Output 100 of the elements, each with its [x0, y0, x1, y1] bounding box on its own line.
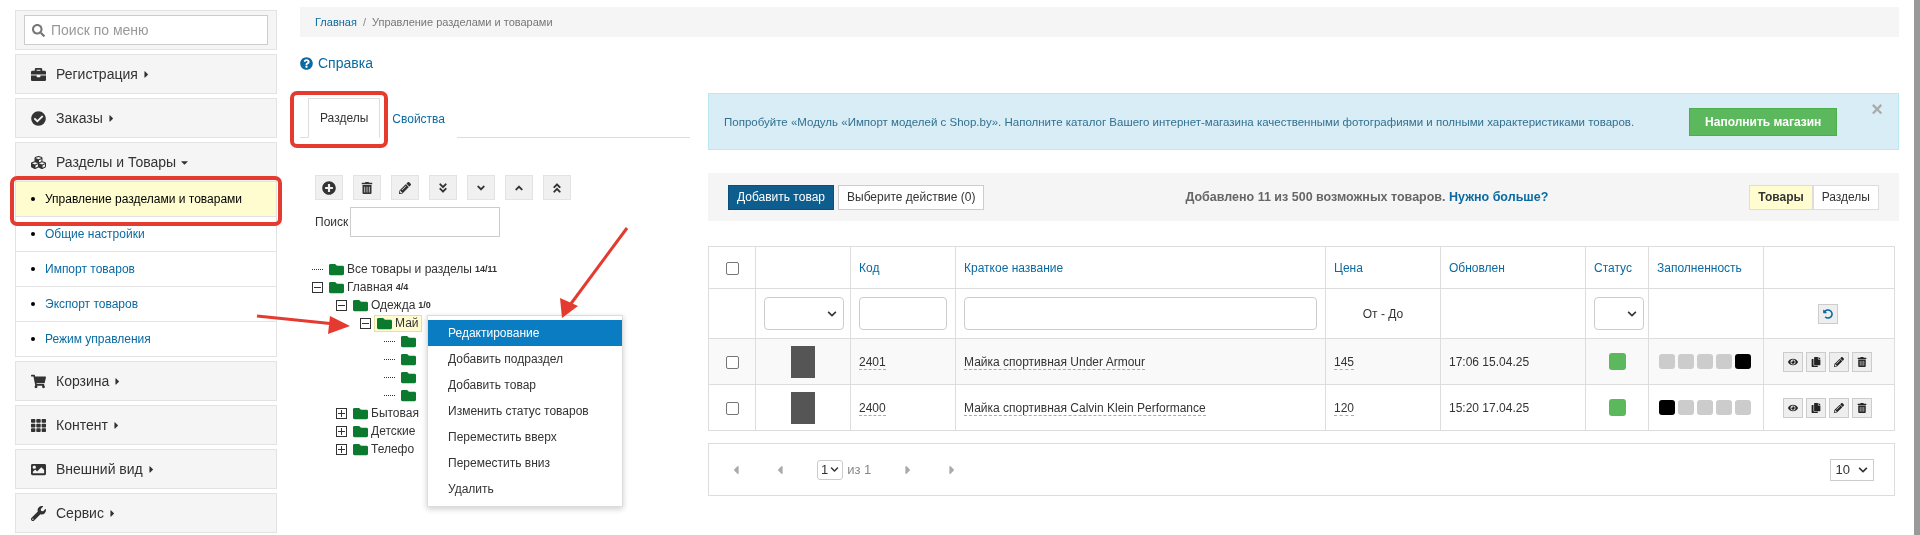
- menu-group[interactable]: Корзина: [15, 361, 277, 401]
- menu-group-label: Корзина: [56, 373, 110, 389]
- tree-node[interactable]: Май: [374, 314, 422, 332]
- menu-group[interactable]: Сервис: [15, 493, 277, 533]
- product-code[interactable]: 2400: [859, 400, 886, 416]
- copy-button[interactable]: [1806, 397, 1826, 418]
- collapse-toggle[interactable]: [312, 281, 323, 293]
- edit-button[interactable]: [1829, 351, 1849, 372]
- column-header[interactable]: Код: [859, 260, 880, 275]
- menu-group-label: Регистрация: [56, 66, 138, 82]
- folder-icon: [401, 351, 416, 367]
- view-button[interactable]: [1783, 397, 1803, 418]
- add-product-button[interactable]: Добавить товар: [728, 184, 834, 210]
- context-menu-item[interactable]: Редактирование: [428, 320, 622, 346]
- menu-group-label: Контент: [56, 417, 108, 433]
- search-icon: [32, 23, 45, 37]
- context-menu-item[interactable]: Переместить вниз: [428, 450, 622, 476]
- menu-group[interactable]: Разделы и Товары: [15, 142, 277, 182]
- tree-node[interactable]: Телефо: [350, 440, 418, 458]
- copy-button[interactable]: [1806, 351, 1826, 372]
- view-toggle-button[interactable]: Товары: [1749, 184, 1813, 210]
- column-header[interactable]: Цена: [1334, 260, 1363, 275]
- menu-group[interactable]: Регистрация: [15, 54, 277, 94]
- trash-icon: [361, 181, 373, 194]
- expand-toggle[interactable]: [336, 425, 347, 437]
- product-name[interactable]: Майка спортивная Under Armour: [964, 354, 1145, 370]
- name-filter-field[interactable]: [964, 297, 1317, 330]
- scrollbar[interactable]: [1914, 0, 1920, 535]
- updated-date: 15:20 17.04.25: [1449, 400, 1530, 415]
- tree-node-label: Бытовая: [371, 406, 419, 420]
- view-button[interactable]: [1783, 351, 1803, 372]
- tree-node-label: Май: [395, 316, 419, 330]
- tree-toolbar-button[interactable]: [429, 175, 457, 200]
- page-count: из 1: [847, 462, 872, 477]
- delete-button[interactable]: [1852, 397, 1872, 418]
- product-price[interactable]: 145: [1334, 354, 1355, 370]
- pencil-icon: [1834, 356, 1844, 367]
- context-menu-item[interactable]: Удалить: [428, 476, 622, 502]
- collapse-toggle[interactable]: [336, 299, 347, 311]
- folder-icon: [401, 369, 416, 385]
- pencil-icon: [1834, 402, 1844, 413]
- tree-toolbar-button[interactable]: [315, 175, 343, 200]
- product-code[interactable]: 2401: [859, 354, 886, 370]
- breadcrumb-current: Управление разделами и товарами: [371, 16, 553, 28]
- photo-placeholder: [791, 391, 815, 424]
- menu-group[interactable]: Внешний вид: [15, 449, 277, 489]
- tree-toolbar-button[interactable]: [543, 175, 571, 200]
- help-icon: [300, 56, 313, 70]
- tree-toolbar-button[interactable]: [391, 175, 419, 200]
- expand-toggle[interactable]: [336, 443, 347, 455]
- select-all-checkbox[interactable]: [725, 261, 739, 275]
- bulk-action-button[interactable]: Выберите действие (0): [838, 184, 985, 210]
- context-menu-item[interactable]: Добавить товар: [428, 372, 622, 398]
- banner-text: Попробуйте «Модуль «Импорт моделей с Shop.by». Наполните каталог Вашего интернет-магазина качественными фотографиями и полными характеристиками товаров.: [724, 115, 1636, 128]
- collapse-toggle[interactable]: [360, 317, 371, 329]
- price-range-label[interactable]: От - До: [1362, 306, 1404, 321]
- tree-node[interactable]: Детские: [350, 422, 419, 440]
- column-header[interactable]: Краткое название: [964, 260, 1064, 275]
- chevron-down-icon: [1627, 308, 1637, 319]
- tree-toolbar-button[interactable]: [353, 175, 381, 200]
- reset-filter-button[interactable]: [1817, 303, 1838, 324]
- per-page-select[interactable]: 10: [1829, 458, 1874, 481]
- count-label: 4/4: [395, 282, 409, 292]
- tree-node[interactable]: Бытовая: [350, 404, 422, 422]
- context-menu-item[interactable]: Изменить статус товаров: [428, 398, 622, 424]
- menu-group[interactable]: Контент: [15, 405, 277, 445]
- column-header[interactable]: Обновлен: [1449, 260, 1505, 275]
- code-filter-field[interactable]: [859, 297, 947, 330]
- edit-button[interactable]: [1829, 397, 1849, 418]
- breadcrumb-link[interactable]: Главная: [315, 16, 357, 28]
- page-select[interactable]: 1: [817, 459, 844, 480]
- menu-item[interactable]: Режим управления: [15, 322, 277, 357]
- tree-node-label: Детские: [371, 424, 416, 438]
- folder-icon: [377, 315, 392, 331]
- row-checkbox[interactable]: [725, 401, 739, 415]
- help-link[interactable]: Справка: [300, 55, 373, 71]
- bullet-icon: [31, 302, 35, 306]
- cart-icon: [31, 373, 46, 389]
- need-more-link[interactable]: Нужно больше?: [1449, 190, 1549, 204]
- tree-search-field[interactable]: [350, 207, 501, 237]
- chevron-down-icon: [830, 465, 840, 474]
- menu-item[interactable]: Импорт товаров: [15, 252, 277, 287]
- view-toggle-button[interactable]: Разделы: [1812, 184, 1879, 210]
- double-chevron-down-icon: [437, 181, 449, 194]
- menu-group[interactable]: Заказы: [15, 98, 277, 138]
- folder-icon: [401, 333, 416, 349]
- bullet-icon: [31, 232, 35, 236]
- copy-icon: [1811, 402, 1821, 413]
- delete-button[interactable]: [1852, 351, 1872, 372]
- context-menu-item[interactable]: Добавить подраздел: [428, 346, 622, 372]
- tab[interactable]: Разделы: [308, 98, 381, 138]
- row-checkbox[interactable]: [725, 355, 739, 369]
- menu-item[interactable]: Управление разделами и товарами: [15, 182, 277, 217]
- menu-group-label: Разделы и Товары: [56, 154, 177, 170]
- context-menu-item[interactable]: Переместить вверх: [428, 424, 622, 450]
- count-label: 14/11: [475, 264, 498, 274]
- copy-icon: [1811, 356, 1821, 367]
- menu-item[interactable]: Экспорт товаров: [15, 287, 277, 322]
- expand-toggle[interactable]: [336, 407, 347, 419]
- product-price[interactable]: 120: [1334, 400, 1355, 416]
